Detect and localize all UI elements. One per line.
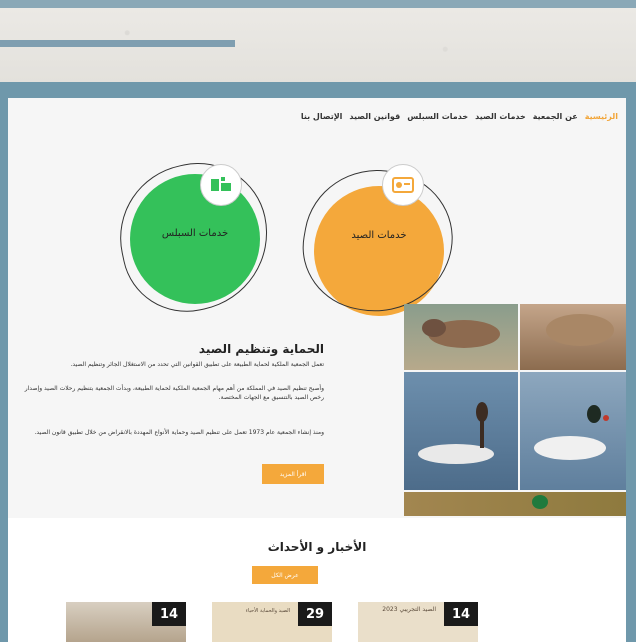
card-icon: [382, 164, 424, 206]
news-card-text: الصيد والحماية الأحياء: [245, 608, 290, 614]
nav-item-home[interactable]: الرئيسية: [585, 112, 618, 121]
protection-title: الحماية وتنظيم الصيد: [198, 342, 324, 356]
news-card[interactable]: 14: [66, 602, 186, 642]
news-card[interactable]: الصيد التجريبي 2023 14: [358, 602, 478, 642]
frame-right: [626, 98, 636, 642]
news-card[interactable]: الصيد والحماية الأحياء 29: [212, 602, 332, 642]
blob-outline: [292, 158, 464, 324]
frame-band: [0, 82, 636, 98]
top-border: [0, 0, 636, 8]
view-all-button[interactable]: عرض الكل: [252, 566, 318, 584]
bird-photo-grid: [404, 304, 626, 516]
bird-photo: [520, 304, 626, 370]
decorative-stripe: [0, 40, 235, 47]
news-card-text: الصيد التجريبي 2023: [382, 606, 436, 613]
news-date: 14: [152, 602, 186, 626]
nav-item-hunting-laws[interactable]: قوانين الصيد: [349, 112, 400, 121]
service-label: خدمات السبلس: [161, 228, 229, 239]
news-date: 14: [444, 602, 478, 626]
bird-photo: [520, 372, 626, 490]
nav-item-about[interactable]: عن الجمعية: [533, 112, 578, 121]
frame-left: [0, 98, 8, 642]
read-more-button[interactable]: اقرأ المزيد: [262, 464, 324, 484]
bird-photo: [404, 492, 626, 516]
news-date: 29: [298, 602, 332, 626]
nav-item-contact[interactable]: الإتصال بنا: [301, 112, 343, 121]
nav-item-hunting-services[interactable]: خدمات الصيد: [475, 112, 526, 121]
news-title: الأخبار و الأحداث: [267, 540, 367, 554]
nav-item-sablas-services[interactable]: خدمات السبلس: [407, 112, 468, 121]
protection-paragraph: وأصبح تنظيم الصيد في المملكة من أهم مهام…: [24, 385, 324, 401]
bird-photo: [404, 372, 518, 490]
website-page: الرئيسية عن الجمعية خدمات الصيد خدمات ال…: [8, 98, 626, 642]
protection-paragraph: ومنذ إنشاء الجمعية عام 1973 تعمل على تنظ…: [34, 429, 324, 436]
news-section: الأخبار و الأحداث عرض الكل 14 الصيد والح…: [8, 518, 626, 642]
bird-photo: [404, 304, 518, 370]
protection-paragraph: تعمل الجمعية الملكية لحماية الطبيعة على …: [70, 361, 324, 368]
leaf-icon: [200, 164, 242, 206]
service-label: خدمات الصيد: [351, 230, 407, 241]
main-nav: الرئيسية عن الجمعية خدمات الصيد خدمات ال…: [301, 112, 618, 121]
